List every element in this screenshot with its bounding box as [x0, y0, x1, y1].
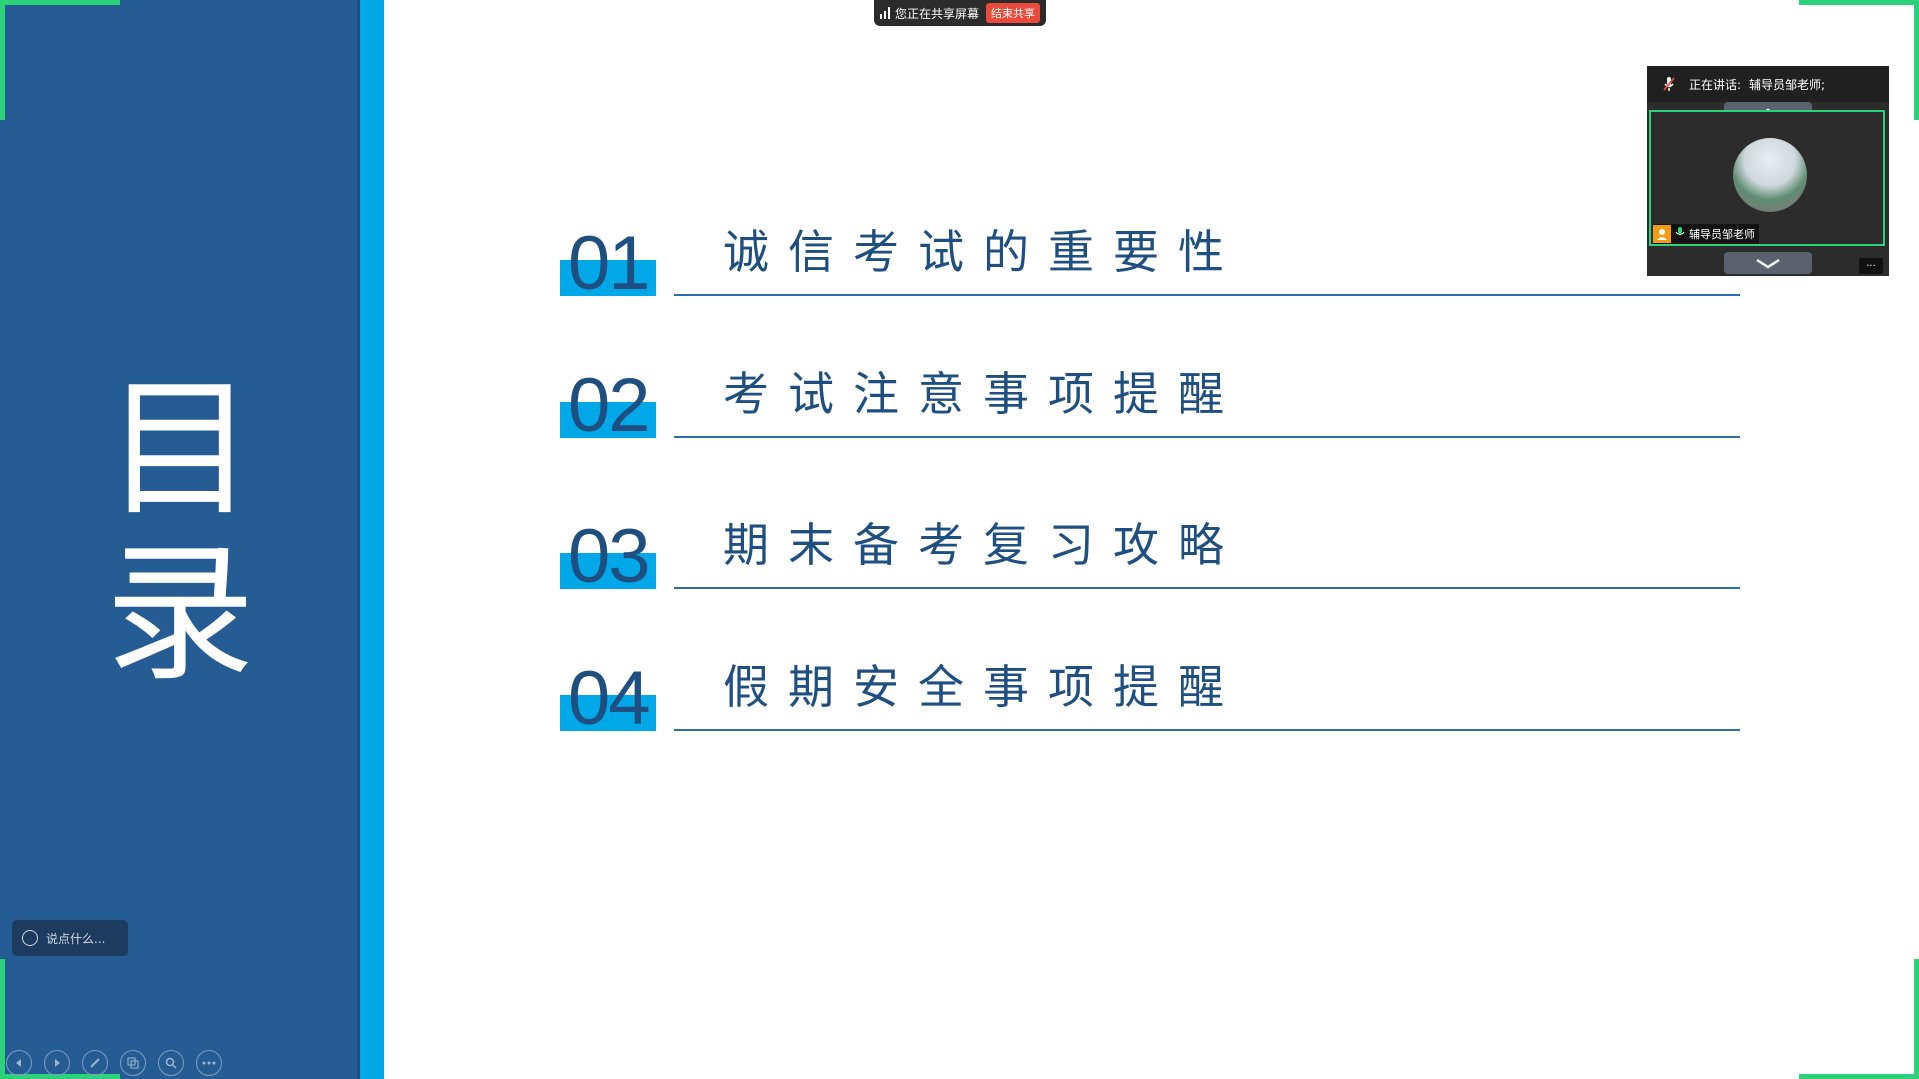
- chat-input[interactable]: 说点什么...: [12, 920, 128, 956]
- signal-bars-icon: [880, 7, 890, 19]
- toc-underline: [674, 294, 1740, 296]
- emoji-icon[interactable]: [22, 930, 38, 946]
- toc-number: 04: [568, 656, 651, 741]
- toc-title-char-1: 目: [104, 363, 255, 537]
- frame-corner-bottom-right-v: [1914, 959, 1919, 1079]
- screen-share-bar: 您正在共享屏幕 结束共享: [874, 0, 1046, 26]
- accent-stripe: [360, 0, 384, 1079]
- participant-name: 辅导员邹老师: [1689, 228, 1755, 241]
- toc-item-2: 02 考试注意事项提醒: [560, 348, 1740, 444]
- toc-underline: [674, 587, 1740, 589]
- speaker-name: 辅导员邹老师;: [1749, 77, 1826, 92]
- slides-icon[interactable]: [120, 1050, 146, 1076]
- toc-number: 03: [568, 514, 651, 599]
- previous-icon[interactable]: [6, 1050, 32, 1076]
- frame-corner-bottom-right-h: [1799, 1074, 1919, 1079]
- video-panel-header: 正在讲话: 辅导员邹老师;: [1647, 66, 1889, 102]
- more-options-button[interactable]: ...: [1859, 258, 1883, 274]
- toc-title-char-2: 录: [104, 528, 255, 702]
- toc-item-text: 假期安全事项提醒: [723, 660, 1243, 714]
- toc-item-4: 04 假期安全事项提醒: [560, 641, 1740, 737]
- user-icon: [1653, 225, 1671, 243]
- toc-item-1: 01 诚信考试的重要性: [560, 206, 1740, 302]
- participant-video-tile[interactable]: 辅导员邹老师: [1649, 110, 1885, 246]
- chevron-down-icon[interactable]: [1724, 252, 1812, 274]
- toc-item-text: 考试注意事项提醒: [723, 367, 1243, 421]
- speaking-label: 正在讲话:: [1689, 77, 1742, 92]
- toc-number: 01: [568, 221, 651, 306]
- frame-corner-top-left-h: [0, 0, 120, 5]
- participant-avatar: [1733, 138, 1807, 212]
- toc-underline: [674, 729, 1740, 731]
- toc-item-text: 期末备考复习攻略: [723, 518, 1243, 572]
- toc-number: 02: [568, 363, 651, 448]
- mic-muted-icon[interactable]: [1661, 76, 1677, 92]
- next-icon[interactable]: [44, 1050, 70, 1076]
- frame-corner-top-left-v: [0, 0, 5, 120]
- more-icon[interactable]: [196, 1050, 222, 1076]
- stop-sharing-button[interactable]: 结束共享: [986, 3, 1040, 23]
- video-panel: 正在讲话: 辅导员邹老师; 辅导员邹老师 ...: [1647, 66, 1889, 276]
- chat-placeholder: 说点什么...: [46, 931, 106, 946]
- pen-icon[interactable]: [82, 1050, 108, 1076]
- toc-item-3: 03 期末备考复习攻略: [560, 499, 1740, 595]
- toc-underline: [674, 436, 1740, 438]
- participant-name-tag: 辅导员邹老师: [1653, 224, 1759, 244]
- toc-item-text: 诚信考试的重要性: [723, 225, 1243, 279]
- frame-corner-top-right-h: [1799, 0, 1919, 5]
- frame-corner-bottom-left-v: [0, 959, 5, 1079]
- frame-corner-top-right-v: [1914, 0, 1919, 120]
- mic-icon: [1675, 226, 1685, 242]
- share-status-text: 您正在共享屏幕: [895, 6, 980, 21]
- zoom-icon[interactable]: [158, 1050, 184, 1076]
